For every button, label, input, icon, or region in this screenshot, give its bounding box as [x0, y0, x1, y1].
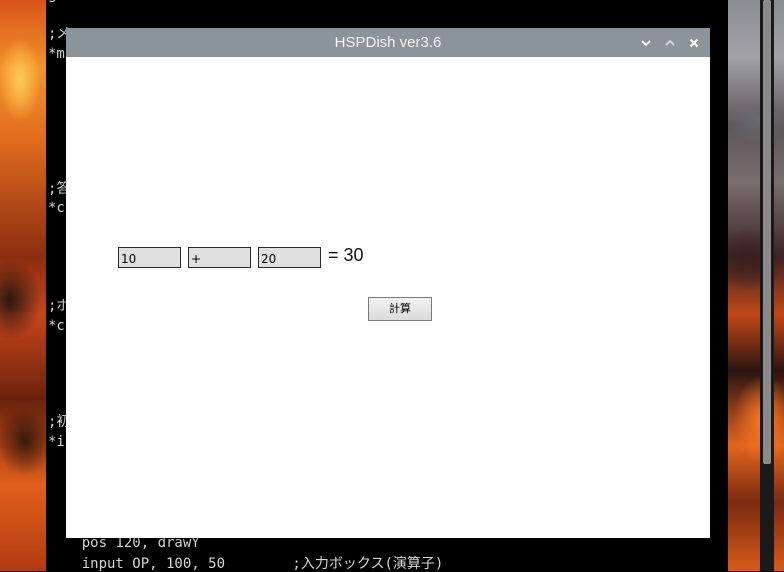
hspdish-window: HSPDish ver3.6 10 + 20 = 30 計算 — [66, 28, 710, 538]
terminal-scrollbar[interactable] — [760, 0, 774, 571]
desktop-wallpaper-left — [0, 0, 46, 571]
result-text: = 30 — [328, 245, 364, 265]
code-line: *m — [48, 46, 65, 62]
window-titlebar[interactable]: HSPDish ver3.6 — [66, 28, 710, 57]
code-line: input OP, 100, 50 ;入力ボックス(演算子) — [48, 556, 444, 572]
desktop-wallpaper-right — [728, 0, 784, 571]
maximize-button[interactable] — [660, 33, 680, 53]
operand1-input[interactable]: 10 — [118, 247, 181, 268]
close-button[interactable] — [684, 33, 704, 53]
chevron-up-icon — [665, 39, 675, 46]
window-client-area: 10 + 20 = 30 計算 — [66, 57, 710, 538]
operand2-input[interactable]: 20 — [258, 247, 321, 268]
close-icon — [689, 38, 699, 48]
chevron-down-icon — [641, 40, 651, 47]
calculate-button[interactable]: 計算 — [368, 297, 432, 321]
code-line: *c — [48, 318, 65, 334]
code-line: *c — [48, 200, 65, 216]
code-line: *i — [48, 434, 65, 450]
scrollbar-thumb[interactable] — [763, 0, 771, 464]
operator-input[interactable]: + — [188, 247, 251, 268]
window-title: HSPDish ver3.6 — [334, 34, 442, 51]
code-line: s — [48, 0, 56, 6]
minimize-button[interactable] — [636, 33, 656, 53]
